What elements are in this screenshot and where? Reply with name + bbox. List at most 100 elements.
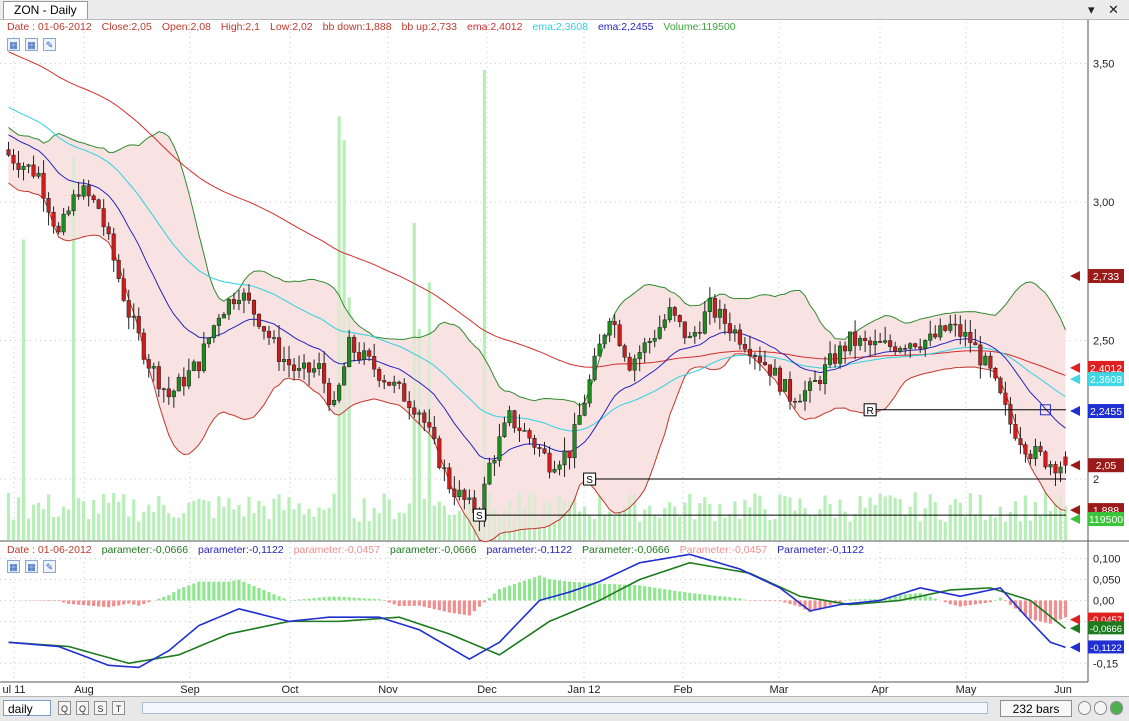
- candle: [573, 424, 577, 457]
- volume-bar: [443, 506, 446, 540]
- template-button[interactable]: T: [112, 701, 125, 715]
- volume-bar: [242, 517, 245, 540]
- volume-bar: [102, 494, 105, 540]
- macd-histogram-bar: [277, 596, 280, 600]
- candle: [918, 347, 922, 349]
- candle: [768, 365, 772, 376]
- volume-bar: [97, 514, 100, 540]
- candle: [623, 346, 627, 357]
- volume-bar: [77, 498, 80, 540]
- macd-histogram-bar: [177, 589, 180, 600]
- candle: [803, 391, 807, 402]
- scroll-right-button[interactable]: [1094, 701, 1107, 715]
- chart-remove-icon[interactable]: ▦: [25, 560, 38, 573]
- volume-bar: [202, 500, 205, 540]
- chart-remove-icon[interactable]: ▦: [25, 38, 38, 51]
- value-tag-label: 2,733: [1093, 271, 1119, 283]
- candle: [663, 320, 667, 328]
- indicator-info-field: parameter:-0,0666: [102, 544, 188, 556]
- candle: [903, 348, 907, 349]
- volume-bar: [823, 496, 826, 540]
- candle: [402, 384, 406, 402]
- volume-bar: [358, 522, 361, 540]
- candle: [242, 293, 246, 300]
- snapshot-button[interactable]: S: [94, 701, 107, 715]
- volume-bar: [969, 493, 972, 540]
- volume-bar: [37, 503, 40, 540]
- macd-histogram-bar: [778, 600, 781, 601]
- macd-histogram-bar: [418, 600, 421, 605]
- indicator-info-field: parameter:-0,1122: [486, 544, 572, 556]
- macd-histogram-bar: [1049, 600, 1052, 623]
- macd-histogram-bar: [698, 594, 701, 600]
- macd-histogram-bar: [257, 588, 260, 600]
- chart-add-icon[interactable]: ▦: [7, 560, 20, 573]
- candle: [458, 490, 462, 497]
- volume-bar: [999, 507, 1002, 540]
- macd-histogram-bar: [453, 600, 456, 613]
- candle: [1039, 446, 1043, 451]
- candle: [47, 198, 51, 212]
- indicator-info-bar: Date : 01-06-2012parameter:-0,0666parame…: [7, 543, 874, 557]
- chart-settings-icon[interactable]: ✎: [43, 560, 56, 573]
- candle: [57, 226, 61, 232]
- candle: [853, 332, 857, 346]
- volume-bar: [588, 515, 591, 540]
- bars-count[interactable]: 232 bars: [1000, 700, 1072, 717]
- price-info-bar: Date : 01-06-2012Close:2,05Open:2,08High…: [7, 20, 746, 34]
- zoom-out-button[interactable]: Q: [58, 701, 71, 715]
- volume-bar: [207, 501, 210, 540]
- volume-bar: [708, 504, 711, 540]
- value-tag-pointer: [1070, 615, 1080, 625]
- macd-histogram-bar: [82, 600, 85, 605]
- volume-bar: [934, 502, 937, 540]
- volume-bar: [638, 522, 641, 540]
- candle: [513, 411, 517, 428]
- macd-histogram-bar: [338, 597, 341, 601]
- sr-marker-label: S: [586, 475, 593, 486]
- macd-histogram-bar: [217, 582, 220, 601]
- candle: [598, 344, 602, 356]
- candle: [322, 363, 326, 383]
- candle: [127, 300, 131, 317]
- volume-bar: [728, 514, 731, 540]
- candle: [302, 363, 306, 368]
- period-select[interactable]: daily: [3, 700, 51, 716]
- chart-add-icon[interactable]: ▦: [7, 38, 20, 51]
- volume-bar: [989, 515, 992, 540]
- macd-line: [9, 554, 1066, 667]
- candle: [247, 293, 251, 300]
- macd-histogram-bar: [563, 581, 566, 600]
- volume-bar: [252, 513, 255, 540]
- zoom-in-button[interactable]: Q: [76, 701, 89, 715]
- volume-bar: [889, 495, 892, 540]
- macd-histogram-bar: [403, 600, 406, 606]
- chart-settings-icon[interactable]: ✎: [43, 38, 56, 51]
- candle: [1014, 424, 1018, 438]
- candle: [433, 427, 437, 438]
- candle: [728, 324, 732, 334]
- macd-histogram-bar: [57, 600, 60, 601]
- macd-histogram-bar: [969, 600, 972, 605]
- candle: [928, 334, 932, 340]
- candle: [182, 377, 186, 386]
- candle: [693, 332, 697, 336]
- volume-bar: [42, 509, 45, 540]
- candle: [833, 354, 837, 364]
- volume-bar: [768, 520, 771, 540]
- candle: [212, 326, 216, 338]
- y-tick-label: 2: [1093, 474, 1099, 486]
- candle: [508, 411, 512, 423]
- time-scrollbar[interactable]: [142, 702, 988, 714]
- scroll-left-button[interactable]: [1078, 701, 1091, 715]
- volume-bar: [157, 496, 160, 540]
- macd-histogram-bar: [463, 600, 466, 614]
- volume-bar: [979, 495, 982, 540]
- candle: [613, 321, 617, 324]
- volume-bar: [162, 505, 165, 540]
- candle: [653, 338, 657, 341]
- candle: [668, 307, 672, 319]
- volume-bar: [1024, 495, 1027, 540]
- volume-bar: [964, 516, 967, 540]
- live-status-icon[interactable]: [1110, 701, 1123, 715]
